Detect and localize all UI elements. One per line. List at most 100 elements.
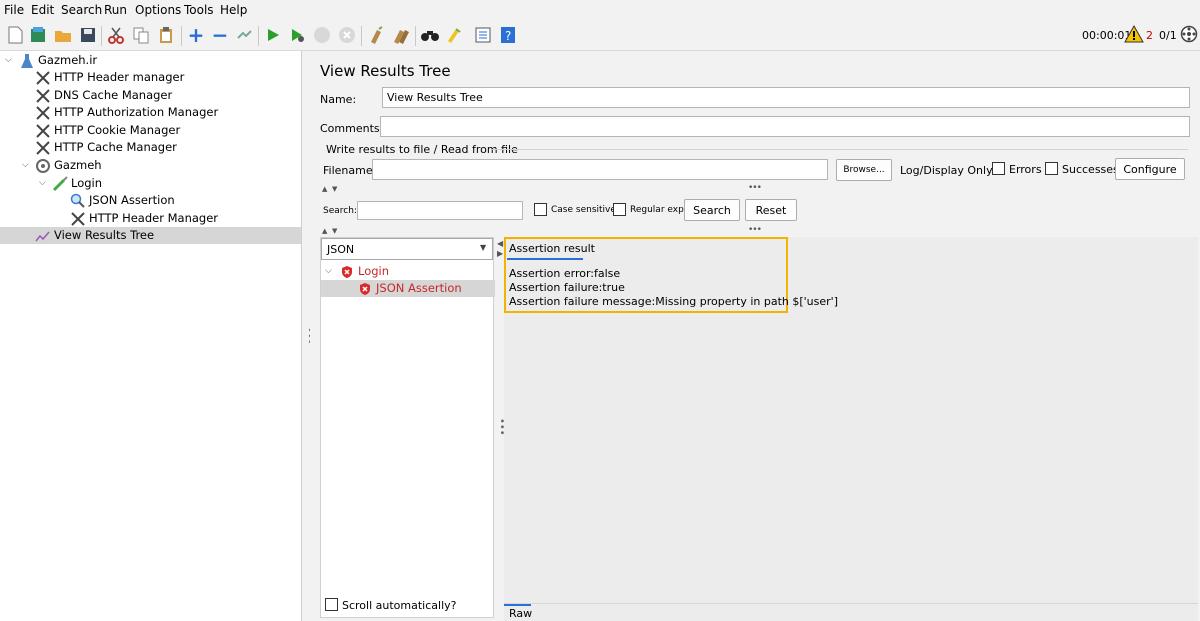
name-field[interactable] [382,87,1190,108]
wrench-icon [70,211,86,227]
menu-options[interactable]: Options [135,3,181,17]
renderer-value: JSON [327,243,355,256]
tree-node-label: View Results Tree [54,228,155,242]
error-shield-icon [357,281,373,297]
configure-button[interactable]: Configure [1115,158,1185,180]
expand-toggle[interactable]: ⌵ [22,160,29,170]
paste-icon[interactable] [155,24,177,46]
menu-help[interactable]: Help [220,3,247,17]
splitter-handle-2[interactable]: ••• [748,225,762,235]
cut-icon[interactable] [105,24,127,46]
stop-icon[interactable] [311,24,333,46]
tree-node-login[interactable]: Login [52,175,102,192]
tree-node-thread-group[interactable]: Gazmeh [35,157,102,174]
tree-node-http-header-manager[interactable]: HTTP Header manager [35,69,184,86]
tree-node-dns-cache-manager[interactable]: DNS Cache Manager [35,87,172,104]
comments-label: Comments: [320,122,384,135]
tree-node-label: HTTP Authorization Manager [54,105,219,119]
start-icon[interactable] [262,24,284,46]
clear-icon[interactable] [365,24,387,46]
save-icon[interactable] [77,24,99,46]
search-button[interactable]: Search [684,199,740,221]
tree-node-test-plan[interactable]: Gazmeh.ir [19,52,97,69]
search-field[interactable] [357,201,523,220]
collapse-right-arrow[interactable]: ▶ [497,249,503,258]
warning-count: 2 [1146,29,1153,42]
bottom-tabs: Raw [504,603,1198,621]
help-icon[interactable]: ? [497,24,519,46]
view-results-tree-panel: View Results Tree Name: Comments: Write … [310,51,1200,621]
clear-all-icon[interactable] [390,24,412,46]
expand-toggle[interactable]: ⌵ [325,266,332,276]
tab-raw[interactable]: Raw [509,607,532,620]
scroll-auto-checkbox[interactable] [325,598,338,611]
search-icon[interactable] [419,24,441,46]
tree-node-label: HTTP Cache Manager [54,140,177,154]
collapse-icon[interactable]: − [209,23,231,47]
errors-checkbox[interactable] [992,162,1005,175]
function-helper-icon[interactable] [472,24,494,46]
splitter-handle[interactable]: ••• [748,183,762,193]
error-shield-icon [339,264,355,280]
thread-group-icon [35,158,51,174]
panel-title: View Results Tree [320,62,451,80]
assertion-failure-line: Assertion failure:true [509,281,625,294]
comments-field[interactable] [380,116,1190,137]
renderer-select[interactable]: JSON ▼ [321,238,493,260]
wrench-icon [35,123,51,139]
templates-icon[interactable] [27,24,49,46]
toolbar: + − ? 00:00:01 2 0/1 [0,20,1200,51]
collapse-up-arrow[interactable]: ▲ [322,185,327,193]
menu-edit[interactable]: Edit [31,3,54,17]
tree-node-http-cookie-manager[interactable]: HTTP Cookie Manager [35,122,180,139]
regular-exp-checkbox[interactable] [613,203,626,216]
expand-toggle[interactable]: ⌵ [39,178,46,188]
copy-icon[interactable] [130,24,152,46]
successes-checkbox[interactable] [1045,162,1058,175]
collapse-down-arrow-2[interactable]: ▼ [332,227,337,235]
section-border [492,149,1188,150]
tab-underline [507,258,583,260]
collapse-up-arrow-2[interactable]: ▲ [322,227,327,235]
warning-icon[interactable] [1124,24,1144,46]
menu-file[interactable]: File [4,3,24,17]
expand-toggle[interactable]: ⌵ [5,55,12,65]
assertion-message-line: Assertion failure message:Missing proper… [509,295,838,308]
collapse-left-arrow[interactable]: ◀ [497,239,503,248]
filename-label: Filename [323,164,373,177]
tree-node-label: Gazmeh.ir [38,53,98,67]
remote-threads-icon[interactable] [1180,25,1198,46]
tree-node-json-assertion[interactable]: JSON Assertion [70,192,175,209]
menu-search[interactable]: Search [61,3,102,17]
wrench-icon [35,140,51,156]
case-sensitive-checkbox[interactable] [534,203,547,216]
tree-node-label: DNS Cache Manager [54,88,173,102]
tree-node-label: Login [71,176,103,190]
tree-node-http-header-manager-2[interactable]: HTTP Header Manager [70,210,218,227]
menu-tools[interactable]: Tools [184,3,214,17]
reset-search-icon[interactable] [443,24,465,46]
split-pane-divider[interactable]: ••• [302,51,315,621]
tree-node-view-results-tree[interactable]: View Results Tree [35,227,154,244]
browse-button[interactable]: Browse... [836,159,892,181]
scroll-auto-label: Scroll automatically? [342,599,457,612]
sampler-icon [52,175,68,192]
result-item-json-assertion[interactable]: JSON Assertion [357,280,462,297]
new-icon[interactable] [4,24,26,46]
tree-node-http-cache-manager[interactable]: HTTP Cache Manager [35,139,177,156]
tree-node-http-authorization-manager[interactable]: HTTP Authorization Manager [35,104,218,121]
svg-text:?: ? [505,29,511,43]
tab-assertion-result[interactable]: Assertion result [509,242,595,255]
expand-icon[interactable]: + [185,23,207,47]
start-no-pause-icon[interactable] [286,24,308,46]
result-item-login[interactable]: Login [339,263,389,280]
shutdown-icon[interactable] [336,24,358,46]
menu-run[interactable]: Run [104,3,127,17]
reset-button[interactable]: Reset [745,199,797,221]
filename-field[interactable] [372,159,828,180]
case-sensitive-label: Case sensitive [551,205,616,215]
open-icon[interactable] [52,24,74,46]
toggle-icon[interactable] [233,24,255,46]
collapse-down-arrow[interactable]: ▼ [332,185,337,193]
active-threads: 0/1 [1159,29,1177,42]
